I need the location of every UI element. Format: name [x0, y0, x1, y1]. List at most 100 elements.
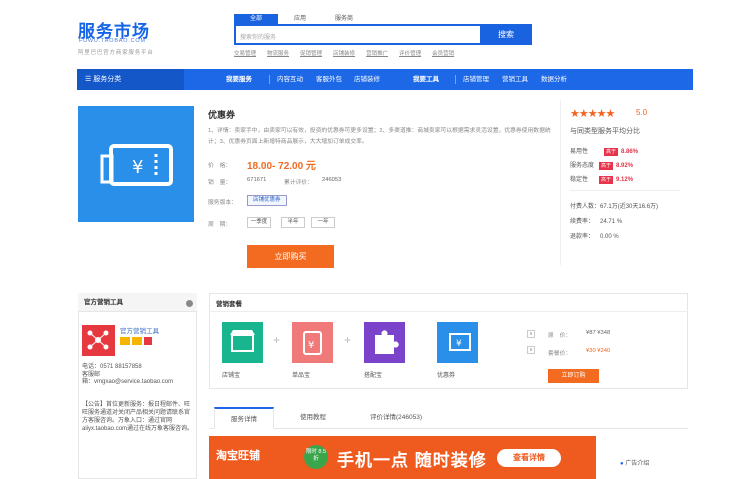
rating-label: 稳定性	[570, 177, 589, 183]
search-tab-all[interactable]: 全部	[234, 14, 278, 24]
svg-text:¥: ¥	[308, 340, 314, 351]
logo-subtitle: FUWU.TAOBAO.COM	[79, 38, 146, 44]
package-item-label: 搭配宝	[364, 373, 383, 379]
rating-label: 服务态度	[570, 163, 595, 169]
paid-users-label: 付费人数：	[570, 204, 601, 210]
nav-item-cs-outsource[interactable]: 客服外包	[316, 69, 342, 90]
hot-keyword[interactable]: 会员营销	[432, 49, 454, 57]
compare-title: 与同类型服务平均分比	[570, 128, 640, 135]
svg-text:¥: ¥	[456, 339, 462, 349]
original-price-label: 原 价：	[548, 333, 572, 339]
up-badge: 高于	[599, 176, 614, 184]
product-description: 1、详情：卖家手中，由卖家可以有效，投资的优惠券可更多设置；2、多渠道推：商城卖…	[208, 128, 551, 145]
version-label: 服务版本：	[208, 200, 237, 206]
package-title: 营销套餐	[216, 301, 242, 308]
nav-group-services[interactable]: 我要服务	[226, 69, 252, 90]
rating-score: 5.0	[636, 108, 648, 117]
package-item-image[interactable]: ¥	[437, 322, 478, 363]
tab-reviews[interactable]: 评价详情(246053)	[370, 407, 422, 429]
banner-discount-badge: 限时 8.5折	[304, 445, 328, 469]
rating-row: 服务态度 高于 8.92%	[570, 160, 633, 170]
nav-item-decoration[interactable]: 店铺装修	[354, 69, 380, 90]
refund-label: 退款率：	[570, 234, 595, 240]
nav-category-menu[interactable]: ☰ 服务分类	[77, 69, 184, 90]
hot-keyword[interactable]: 促销管理	[300, 49, 322, 57]
product-image: ¥	[78, 106, 194, 222]
hot-keyword[interactable]: 交易管理	[234, 49, 256, 57]
package-price-value: ¥30 ¥240	[586, 348, 611, 354]
email-value[interactable]: 箱：vmgxao@service.taobao.com	[82, 379, 194, 387]
divider	[209, 311, 688, 312]
hot-keyword[interactable]: 营销推广	[366, 49, 388, 57]
package-item-image[interactable]	[222, 322, 263, 363]
chevron-up-icon[interactable]: ∧	[527, 330, 535, 338]
detail-tabs	[209, 407, 688, 429]
tab-service-detail[interactable]: 服务详情	[214, 407, 274, 429]
plus-icon: +	[273, 333, 281, 347]
nav-item-marketing[interactable]: 营销工具	[502, 69, 528, 90]
package-item-image[interactable]: ¥	[292, 322, 333, 363]
shield-icon	[144, 337, 152, 345]
nav-divider	[269, 75, 270, 84]
rating-pct: 9.12%	[616, 177, 634, 183]
renewal-value: 24.71 %	[600, 219, 623, 225]
price-label: 价 格：	[208, 163, 232, 169]
nav-item-content[interactable]: 内容互动	[277, 69, 303, 90]
nav-group-tools[interactable]: 我要工具	[413, 69, 439, 90]
paid-users: 付费人数：67.1万(近30天16.6万)	[570, 201, 658, 210]
coupon-icon: ¥	[449, 333, 471, 351]
order-package-button[interactable]: 立即订购	[548, 369, 599, 383]
sales-value: 671671	[247, 177, 267, 183]
package-item-label: 单品宝	[292, 373, 311, 379]
banner-detail-button[interactable]: 查看详情	[497, 449, 561, 467]
renewal-rate: 续费率： 24.71 %	[570, 216, 622, 225]
hot-keyword[interactable]: 店铺装修	[333, 49, 355, 57]
period-half-year[interactable]: 半年	[281, 217, 305, 228]
period-year[interactable]: 一年	[311, 217, 335, 228]
renewal-label: 续费率：	[570, 219, 595, 225]
product-title: 优惠券	[208, 110, 236, 120]
nav-category-label: 服务分类	[93, 76, 122, 83]
rating-row: 易用性 高于 8.86%	[570, 146, 638, 156]
tab-tutorial[interactable]: 使用教程	[300, 407, 326, 429]
contact-info: 电话：0571 88157858 客服邮 箱：vmgxao@service.ta…	[82, 364, 194, 387]
shop-name[interactable]: 官方营销工具	[120, 325, 159, 335]
reviews-value: 246053	[322, 177, 342, 183]
hot-keywords: 交易管理 物流服务 促销管理 店铺装修 营销推广 评价管理 会员营销	[234, 49, 454, 57]
badge-icon	[132, 337, 142, 345]
help-icon[interactable]	[186, 300, 193, 307]
rating-stars: ★★★★★	[570, 108, 615, 120]
store-icon	[230, 330, 255, 352]
package-item-label: 店铺宝	[222, 373, 241, 379]
hot-keyword[interactable]: 物流服务	[267, 49, 289, 57]
divider	[570, 190, 680, 191]
badge-icon	[120, 337, 130, 345]
period-label: 周 期：	[208, 222, 232, 228]
svg-text:¥: ¥	[132, 157, 143, 178]
package-item-label: 优惠券	[437, 373, 456, 379]
nav-item-store-mgmt[interactable]: 店铺管理	[463, 69, 489, 90]
seller-panel-title: 官方营销工具	[78, 293, 197, 312]
plus-icon: +	[344, 333, 352, 347]
rating-label: 易用性	[570, 149, 589, 155]
search-tab-apps[interactable]: 应用	[278, 14, 322, 24]
buy-now-button[interactable]: 立即购买	[247, 245, 334, 268]
side-ad-text: 广告介绍	[625, 461, 650, 467]
up-badge: 高于	[604, 148, 619, 156]
puzzle-icon	[375, 330, 399, 354]
hot-keyword[interactable]: 评价管理	[399, 49, 421, 57]
search-input[interactable]: 搜索你的服务	[234, 24, 480, 45]
period-quarter[interactable]: 一季度	[247, 217, 271, 228]
rating-row: 稳定性 高于 9.12%	[570, 174, 633, 184]
side-ad-label[interactable]: ● 广告介绍	[620, 458, 649, 467]
coupon-icon: ¥	[100, 144, 173, 186]
search-button[interactable]: 搜索	[480, 24, 532, 45]
phone-value: 0571 88157858	[100, 364, 142, 370]
search-tab-providers[interactable]: 服务商	[322, 14, 366, 24]
chevron-down-icon[interactable]: ∨	[527, 346, 535, 354]
shop-logo[interactable]	[82, 325, 115, 356]
nav-item-analytics[interactable]: 数据分析	[541, 69, 567, 90]
version-option[interactable]: 店铺优惠券	[247, 195, 287, 206]
package-item-image[interactable]	[364, 322, 405, 363]
paid-users-value: 67.1万(近30天16.6万)	[600, 204, 659, 210]
